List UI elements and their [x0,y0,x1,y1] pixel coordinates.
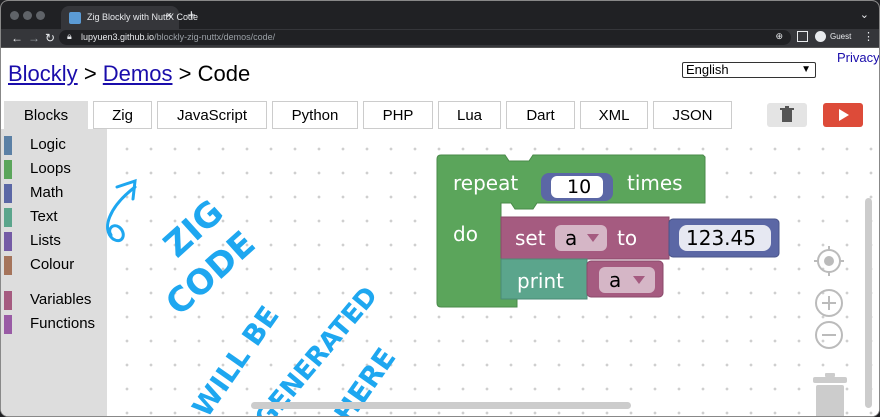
breadcrumb-separator: > [83,61,97,86]
tab-javascript[interactable]: JavaScript [157,101,267,129]
category-label: Colour [30,256,75,273]
play-icon [839,109,849,121]
print-label: print [517,269,564,293]
tab-title: Zig Blockly with NuttX Code [87,12,199,22]
minimize-window-dot[interactable] [23,11,32,20]
language-select[interactable]: English ▼ [682,62,816,78]
category-label: Text [30,208,58,225]
profile-label[interactable]: Guest [830,32,851,41]
category-label: Functions [30,315,96,332]
run-button[interactable] [823,103,863,127]
category-swatch [4,208,12,227]
browser-tab[interactable]: Zig Blockly with NuttX Code × [61,6,198,29]
title-bar: Zig Blockly with NuttX Code × + ⌄ [1,1,879,29]
reload-icon[interactable]: ↻ [45,31,55,45]
do-label: do [453,222,478,246]
tab-lua[interactable]: Lua [438,101,501,129]
forward-icon[interactable]: → [28,31,40,45]
set-var-value: a [565,226,577,250]
tab-php[interactable]: PHP [363,101,433,129]
url-path: /blockly-zig-nuttx/demos/code/ [154,32,276,42]
toolbox: Logic Loops Math Text Lists Colour Varia… [1,129,107,416]
url-text: lupyuen3.github.io/blockly-zig-nuttx/dem… [81,32,275,42]
side-panel-icon[interactable] [797,31,808,42]
breadcrumb-demos-link[interactable]: Demos [103,61,173,86]
page-content: Blockly > Demos > Code Privacy English ▼… [1,48,879,416]
browser-window: Zig Blockly with NuttX Code × + ⌄ ← → ↻ … [0,0,880,417]
lock-icon[interactable]: 🔒︎ [67,31,72,42]
trash-button[interactable] [767,103,807,127]
browser-menu-icon[interactable]: ⋮ [863,30,874,43]
number-value: 123.45 [686,226,756,250]
tab-python[interactable]: Python [272,101,358,129]
zoom-out-icon[interactable] [815,321,843,349]
tab-blocks[interactable]: Blocks [4,101,88,129]
maximize-window-dot[interactable] [36,11,45,20]
category-swatch [4,232,12,251]
back-icon[interactable]: ← [11,31,23,45]
category-label: Math [30,184,64,201]
favicon-icon [69,12,81,24]
category-label: Lists [30,232,61,249]
profile-avatar-icon[interactable] [815,31,826,42]
workspace-controls [813,246,847,417]
toolbox-item-colour[interactable]: Colour [1,254,107,276]
code-tabs: Blocks Zig JavaScript Python PHP Lua Dar… [1,101,879,129]
tab-xml[interactable]: XML [580,101,648,129]
breadcrumb-blockly-link[interactable]: Blockly [8,61,78,86]
category-swatch [4,291,12,310]
workspace-trash-icon[interactable] [813,373,847,417]
set-label: set [515,226,546,250]
category-label: Variables [30,291,92,308]
new-tab-button[interactable]: + [187,7,196,24]
zoom-icon[interactable]: ⊕ [775,31,783,42]
count-value: 10 [567,176,591,198]
toolbox-item-functions[interactable]: Functions [1,313,107,335]
set-var-dropdown[interactable] [555,225,607,251]
print-var-value: a [609,268,621,292]
print-var-dropdown[interactable] [599,267,655,293]
toolbox-item-text[interactable]: Text [1,206,107,228]
category-swatch [4,160,12,179]
address-bar[interactable]: 🔒︎ lupyuen3.github.io/blockly-zig-nuttx/… [59,30,791,45]
category-swatch [4,184,12,203]
recenter-icon[interactable] [814,246,844,276]
privacy-link[interactable]: Privacy [837,50,879,65]
toolbox-item-math[interactable]: Math [1,182,107,204]
url-domain: lupyuen3.github.io [81,32,155,42]
block-stack[interactable]: repeat 10 times do set a to 123.45 print… [436,154,857,345]
repeat-label: repeat [453,171,518,195]
vertical-scrollbar[interactable] [865,198,872,408]
chevron-down-icon: ▼ [801,64,811,75]
to-label: to [617,226,637,250]
toolbox-item-lists[interactable]: Lists [1,230,107,252]
tab-dart[interactable]: Dart [506,101,575,129]
toolbox-item-variables[interactable]: Variables [1,289,107,311]
language-selected: English [686,62,729,77]
trash-icon [780,106,794,122]
tab-close-icon[interactable]: × [166,10,172,22]
tab-zig[interactable]: Zig [93,101,152,129]
tab-search-chevron-icon[interactable]: ⌄ [860,8,869,21]
toolbox-item-loops[interactable]: Loops [1,158,107,180]
page-title: Blockly > Demos > Code [8,61,250,87]
category-swatch [4,136,12,155]
zoom-in-icon[interactable] [815,289,843,317]
toolbox-item-logic[interactable]: Logic [1,134,107,156]
close-window-dot[interactable] [10,11,19,20]
category-label: Loops [30,160,71,177]
category-swatch [4,315,12,334]
browser-toolbar: ← → ↻ 🔒︎ lupyuen3.github.io/blockly-zig-… [1,29,879,48]
breadcrumb-current: Code [197,61,251,86]
horizontal-scrollbar[interactable] [251,402,631,409]
category-swatch [4,256,12,275]
category-label: Logic [30,136,66,153]
blockly-workspace[interactable]: ZIG CODE WILL BE GENERATED HERE repeat 1… [106,129,879,417]
tab-json[interactable]: JSON [653,101,732,129]
times-label: times [627,171,683,195]
breadcrumb-separator: > [178,61,192,86]
